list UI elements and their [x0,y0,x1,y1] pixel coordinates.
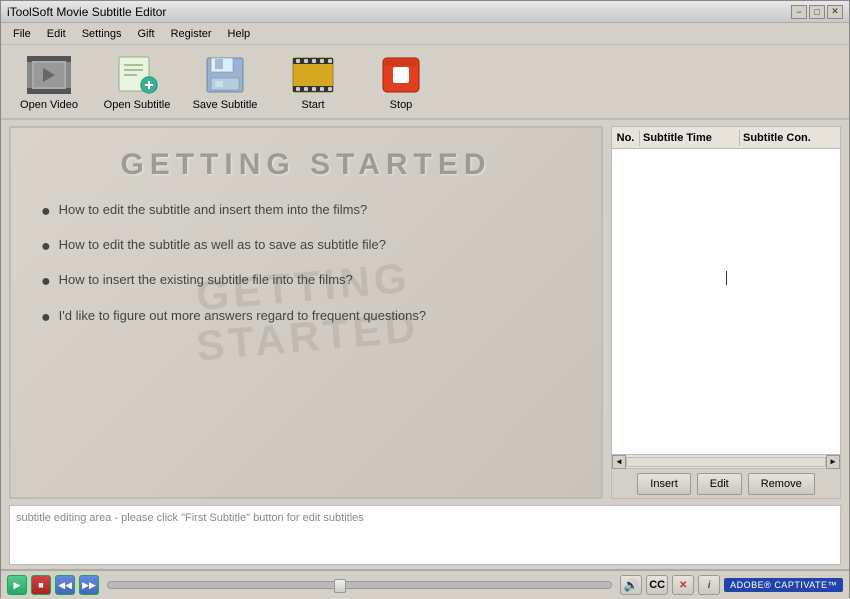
subtitle-table-header: No. Subtitle Time Subtitle Con. [612,127,840,149]
open-subtitle-label: Open Subtitle [104,99,171,111]
edit-button[interactable]: Edit [697,473,742,495]
bullet-text-1: How to edit the subtitle and insert them… [59,202,368,217]
progress-track[interactable] [107,581,612,589]
bullet-text-3: How to insert the existing subtitle file… [59,272,353,287]
bullet-3: ● How to insert the existing subtitle fi… [41,272,571,291]
menu-help[interactable]: Help [220,26,259,42]
start-label: Start [301,99,324,111]
close-media-button[interactable]: ✕ [672,575,694,595]
insert-button[interactable]: Insert [637,473,691,495]
open-video-label: Open Video [20,99,78,111]
next-button[interactable]: ▶▶ [79,575,99,595]
col-time-header: Subtitle Time [640,130,740,146]
bullet-dot-3: ● [41,272,51,291]
preview-content: GETTING STARTED ● How to edit the subtit… [11,128,601,363]
info-button[interactable]: i [698,575,720,595]
captivate-badge: ADOBE® CAPTIVATE™ [724,578,843,592]
stop-button[interactable]: Stop [361,48,441,116]
stop-label: Stop [390,99,413,111]
save-subtitle-label: Save Subtitle [193,99,258,111]
stop-media-button[interactable]: ■ [31,575,51,595]
col-content-header: Subtitle Con. [740,130,840,146]
main-content: GETTINGSTARTED GETTING STARTED ● How to … [1,120,849,505]
subtitle-panel: No. Subtitle Time Subtitle Con. ◄ ► Inse… [611,126,841,499]
menu-register[interactable]: Register [163,26,220,42]
subtitle-scrollbar[interactable]: ◄ ► [612,454,840,468]
title-controls: − □ ✕ [791,5,843,19]
play-button[interactable]: ▶ [7,575,27,595]
subtitle-action-buttons: Insert Edit Remove [612,468,840,498]
minimize-button[interactable]: − [791,5,807,19]
maximize-button[interactable]: □ [809,5,825,19]
start-icon [291,53,335,97]
scroll-right-button[interactable]: ► [826,455,840,469]
text-edit-placeholder: subtitle editing area - please click "Fi… [16,512,364,524]
subtitle-table-body[interactable] [612,149,840,454]
menu-gift[interactable]: Gift [129,26,162,42]
bullet-4: ● I'd like to figure out more answers re… [41,308,571,327]
text-edit-area[interactable]: subtitle editing area - please click "Fi… [9,505,841,565]
prev-button[interactable]: ◀◀ [55,575,75,595]
open-subtitle-icon [115,53,159,97]
menu-settings[interactable]: Settings [74,26,130,42]
bullet-dot-1: ● [41,202,51,221]
bullet-dot-4: ● [41,308,51,327]
col-no-header: No. [612,130,640,146]
bottom-bar: ▶ ■ ◀◀ ▶▶ 🔊 CC ✕ i ADOBE® CAPTIVATE™ [1,569,849,599]
progress-thumb[interactable] [334,579,346,593]
save-subtitle-icon [203,53,247,97]
volume-button[interactable]: 🔊 [620,575,642,595]
scroll-left-button[interactable]: ◄ [612,455,626,469]
bullet-1: ● How to edit the subtitle and insert th… [41,202,571,221]
close-button[interactable]: ✕ [827,5,843,19]
title-text: iToolSoft Movie Subtitle Editor [7,5,166,19]
menu-bar: File Edit Settings Gift Register Help [1,23,849,45]
save-subtitle-button[interactable]: Save Subtitle [185,48,265,116]
title-bar: iToolSoft Movie Subtitle Editor − □ ✕ [1,1,849,23]
table-cursor [726,271,727,285]
cc-button[interactable]: CC [646,575,668,595]
bullet-2: ● How to edit the subtitle as well as to… [41,237,571,256]
scroll-track[interactable] [626,457,826,467]
open-video-icon [27,53,71,97]
stop-icon [379,53,423,97]
bullet-text-2: How to edit the subtitle as well as to s… [59,237,386,252]
open-subtitle-button[interactable]: Open Subtitle [97,48,177,116]
menu-file[interactable]: File [5,26,39,42]
toolbar: Open Video Open Subtitle [1,45,849,120]
remove-button[interactable]: Remove [748,473,815,495]
bullet-dot-2: ● [41,237,51,256]
bullet-text-4: I'd like to figure out more answers rega… [59,308,426,323]
menu-edit[interactable]: Edit [39,26,74,42]
preview-panel: GETTINGSTARTED GETTING STARTED ● How to … [9,126,603,499]
start-button[interactable]: Start [273,48,353,116]
getting-started-title: GETTING STARTED [41,148,571,182]
open-video-button[interactable]: Open Video [9,48,89,116]
